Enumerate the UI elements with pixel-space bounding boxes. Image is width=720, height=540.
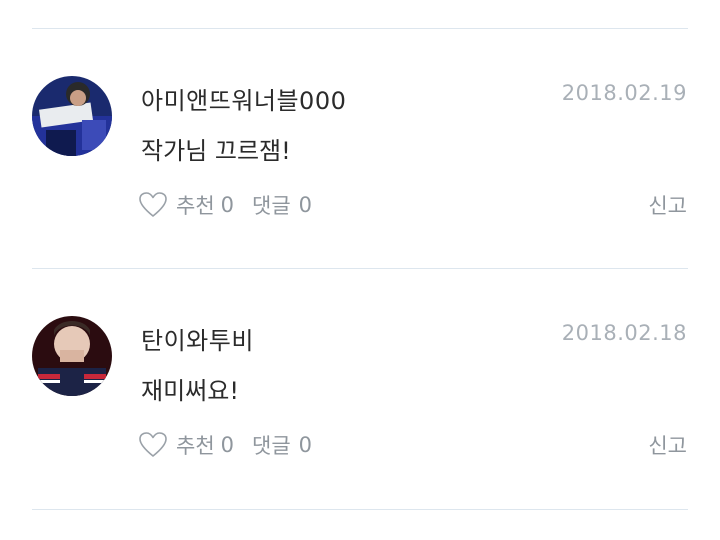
like-label[interactable]: 추천 <box>176 190 215 220</box>
comment-date: 2018.02.19 <box>561 81 687 105</box>
report-button[interactable]: 신고 <box>648 190 687 220</box>
reply-count: 0 <box>298 193 313 217</box>
heart-outline-icon[interactable] <box>138 430 168 460</box>
like-count: 0 <box>220 433 235 457</box>
reply-count: 0 <box>298 433 313 457</box>
like-label[interactable]: 추천 <box>176 430 215 460</box>
avatar[interactable] <box>32 316 112 396</box>
comment-username[interactable]: 탄이와투비 <box>141 321 254 356</box>
comment-actions: 추천 0 댓글 0 <box>138 188 312 222</box>
report-button[interactable]: 신고 <box>648 430 687 460</box>
heart-outline-icon[interactable] <box>138 190 168 220</box>
comment-text: 작가님 끄르잼! <box>141 137 291 165</box>
comment-username[interactable]: 아미앤뜨워너블000 <box>141 81 346 116</box>
bottom-divider <box>32 509 688 510</box>
comment-text: 재미써요! <box>141 377 239 405</box>
reply-button[interactable]: 댓글 <box>252 430 291 460</box>
comment-date: 2018.02.18 <box>561 321 687 345</box>
reply-button[interactable]: 댓글 <box>252 190 291 220</box>
comment-actions: 추천 0 댓글 0 <box>138 428 312 462</box>
avatar-image <box>32 76 112 156</box>
like-count: 0 <box>220 193 235 217</box>
avatar-image <box>32 316 112 396</box>
avatar[interactable] <box>32 76 112 156</box>
comment-item: 아미앤뜨워너블000 2018.02.19 작가님 끄르잼! 추천 0 댓글 0… <box>0 28 720 268</box>
comment-item: 탄이와투비 2018.02.18 재미써요! 추천 0 댓글 0 신고 <box>0 268 720 508</box>
